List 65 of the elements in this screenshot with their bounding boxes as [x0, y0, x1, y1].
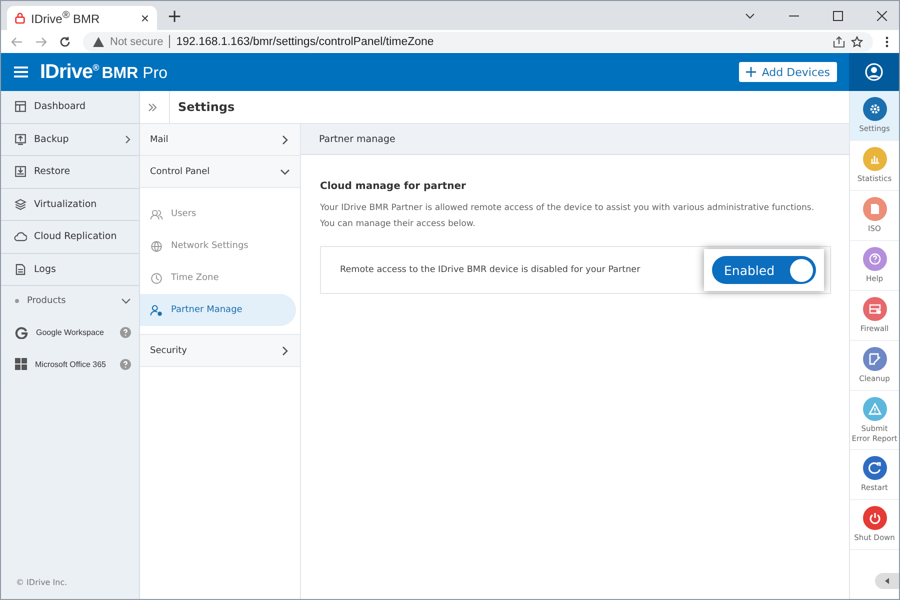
nav-item[interactable]: Logs	[1, 254, 139, 286]
dropdown-icon[interactable]	[745, 12, 755, 18]
nav-icon	[14, 198, 27, 211]
nav-item[interactable]: Dashboard	[1, 91, 139, 124]
windows-icon	[15, 358, 27, 370]
product-item[interactable]: Google Workspace	[1, 316, 139, 348]
url-text: 192.168.1.163/bmr/settings/controlPanel/timeZone	[176, 36, 434, 48]
share-icon[interactable]	[833, 36, 845, 48]
nav-item[interactable]: Virtualization	[1, 188, 139, 221]
setting-label: Remote access to the IDrive BMR device is disabled for your Partner	[340, 265, 640, 275]
nav-item[interactable]: Cloud Replication	[1, 221, 139, 254]
page-title: Settings	[169, 91, 235, 123]
nav-item[interactable]: Backup	[1, 124, 139, 156]
section-heading: Cloud manage for partner	[320, 181, 467, 192]
expand-icon[interactable]	[148, 102, 157, 112]
add-devices-button[interactable]: Add Devices	[738, 62, 837, 82]
warning-icon	[93, 36, 104, 46]
control-panel-item-icon	[150, 272, 163, 284]
minimize-icon[interactable]	[789, 14, 799, 16]
reload-icon[interactable]	[59, 36, 71, 48]
nav-icon	[14, 230, 27, 244]
control-panel-item[interactable]: Network Settings	[140, 230, 296, 262]
chevron-icon	[125, 134, 131, 144]
nav-icon	[14, 165, 27, 178]
description-text: Your IDrive BMR Partner is allowed remote access of the device to assist you with various administrative functions. You can manage their access below.	[320, 202, 816, 231]
nav-item[interactable]: Restore	[1, 156, 139, 188]
enabled-toggle[interactable]: Enabled	[712, 256, 816, 284]
dot-icon	[15, 299, 19, 303]
close-icon[interactable]	[877, 10, 887, 20]
control-panel-item[interactable]: Time Zone	[140, 262, 296, 294]
copyright-text: © IDrive Inc.	[15, 578, 68, 589]
more-icon[interactable]	[885, 36, 889, 48]
new-tab-button[interactable]: +	[167, 6, 182, 27]
address-bar[interactable]: Not secure 192.168.1.163/bmr/settings/controlPanel/timeZone	[83, 32, 873, 52]
lock-icon	[15, 12, 25, 24]
section-header: Partner manage	[301, 124, 849, 155]
g-icon	[15, 326, 28, 338]
nav-icon	[14, 262, 27, 276]
settings-section[interactable]: Control Panel	[140, 156, 300, 188]
maximize-icon[interactable]	[833, 10, 843, 20]
close-tab-button[interactable]: ×	[140, 10, 149, 26]
user-icon[interactable]	[865, 63, 883, 81]
plus-icon	[746, 67, 756, 77]
triangle-icon	[885, 578, 889, 584]
star-icon[interactable]	[851, 36, 863, 48]
nav-icon	[14, 132, 27, 146]
menu-icon[interactable]	[14, 66, 28, 78]
product-item[interactable]: Microsoft Office 365	[1, 348, 139, 380]
help-icon[interactable]	[120, 326, 131, 338]
control-panel-item-icon	[150, 304, 163, 316]
control-panel-item-icon	[150, 240, 163, 252]
tab-title: IDrive$^{®}$ BMR	[31, 10, 101, 26]
nav-icon	[14, 100, 27, 114]
collapse-button[interactable]	[875, 573, 899, 589]
settings-section[interactable]: Security	[140, 335, 300, 367]
help-icon[interactable]	[120, 358, 131, 370]
control-panel-item[interactable]: Users	[140, 198, 296, 230]
settings-section[interactable]: Mail	[140, 124, 300, 156]
logo-product: BMR Pro	[102, 64, 168, 82]
logo-brand: IDrive$^{®}$	[40, 60, 99, 84]
browser-tab[interactable]: IDrive$^{®}$ BMR ×	[7, 6, 157, 30]
control-panel-item[interactable]: Partner Manage	[140, 294, 296, 326]
products-header[interactable]: Products	[1, 286, 139, 316]
control-panel-item-icon	[150, 208, 163, 220]
security-label: Not secure	[110, 36, 164, 48]
